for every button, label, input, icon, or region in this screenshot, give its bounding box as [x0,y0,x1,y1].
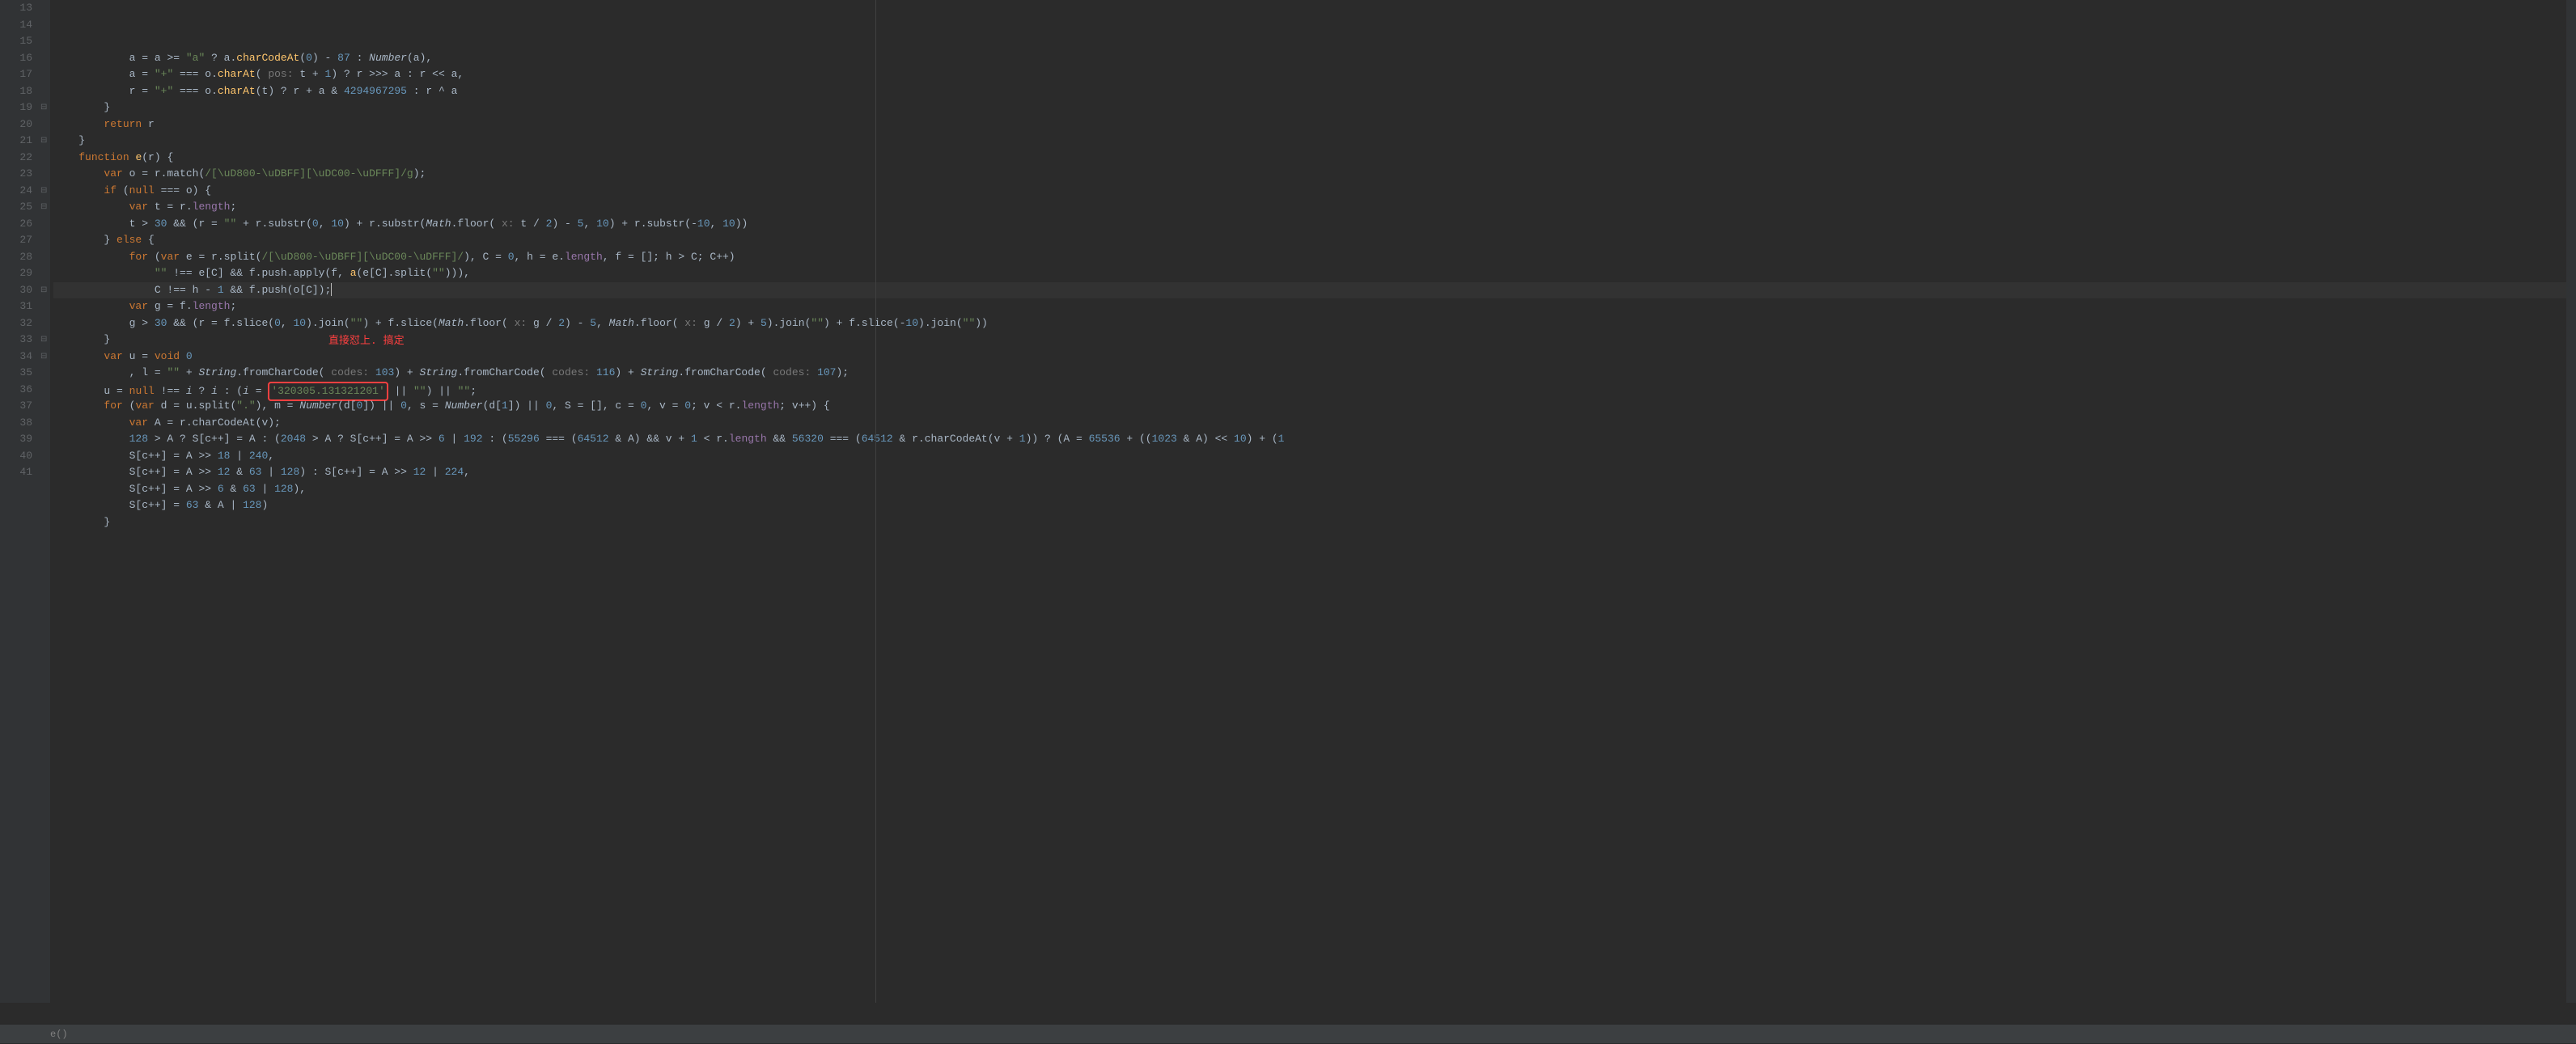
code-line-35[interactable]: var A = r.charCodeAt(v); [53,415,2576,432]
line-number: 29 [0,265,32,282]
vertical-scrollbar[interactable] [2566,0,2576,1003]
line-number: 22 [0,150,32,167]
code-line-37[interactable]: S[c++] = A >> 18 | 240, [53,448,2576,465]
line-number: 33 [0,332,32,349]
line-number: 20 [0,116,32,133]
line-number: 34 [0,349,32,366]
line-number: 18 [0,83,32,100]
code-line-39[interactable]: S[c++] = A >> 6 & 63 | 128), [53,481,2576,498]
code-line-30[interactable]: }直接怼上. 搞定 [53,332,2576,349]
line-number: 28 [0,249,32,266]
code-line-27[interactable]: C !== h - 1 && f.push(o[C]); [53,282,2576,299]
fold-open-icon[interactable]: ⊟ [40,332,47,349]
code-line-31[interactable]: var u = void 0 [53,349,2576,366]
line-number: 26 [0,216,32,233]
line-number: 23 [0,166,32,183]
line-number: 14 [0,17,32,34]
line-number: 27 [0,232,32,249]
code-line-15[interactable]: r = "+" === o.charAt(t) ? r + a & 429496… [53,83,2576,100]
line-number: 36 [0,382,32,399]
line-number [0,481,32,498]
code-line-19[interactable]: function e(r) { [53,150,2576,167]
code-line-17[interactable]: return r [53,116,2576,133]
code-editor[interactable]: 1314151617181920212223242526272829303132… [0,0,2576,1003]
line-number: 24 [0,183,32,200]
line-number: 16 [0,50,32,67]
code-line-33[interactable]: u = null !== i ? i : (i = '320305.131321… [53,382,2576,399]
line-number: 25 [0,199,32,216]
line-number: 15 [0,33,32,50]
code-line-29[interactable]: g > 30 && (r = f.slice(0, 10).join("") +… [53,315,2576,332]
fold-open-icon[interactable]: ⊟ [40,99,47,116]
code-line-24[interactable]: } else { [53,232,2576,249]
user-annotation: 直接怼上. 搞定 [328,333,405,350]
breadcrumb-bar[interactable]: e() [0,1024,2576,1043]
line-number: 39 [0,431,32,448]
fold-open-icon[interactable]: ⊟ [40,183,47,200]
code-line-26[interactable]: "" !== e[C] && f.push.apply(f, a(e[C].sp… [53,265,2576,282]
code-line-32[interactable]: , l = "" + String.fromCharCode( codes: 1… [53,365,2576,382]
line-number: 40 [0,448,32,465]
code-line-16[interactable]: } [53,99,2576,116]
code-line-22[interactable]: var t = r.length; [53,199,2576,216]
code-line-20[interactable]: var o = r.match(/[\uD800-\uDBFF][\uDC00-… [53,166,2576,183]
line-number: 13 [0,0,32,17]
fold-open-icon[interactable]: ⊟ [40,349,47,366]
text-cursor [331,283,332,296]
fold-column[interactable]: ⊟⊟⊟⊟⊟⊟⊟ [39,0,50,1003]
code-line-18[interactable]: } [53,133,2576,150]
line-number-gutter: 1314151617181920212223242526272829303132… [0,0,39,1003]
code-line-23[interactable]: t > 30 && (r = "" + r.substr(0, 10) + r.… [53,216,2576,233]
line-number: 21 [0,133,32,150]
code-line-14[interactable]: a = "+" === o.charAt( pos: t + 1) ? r >>… [53,66,2576,83]
fold-open-icon[interactable]: ⊟ [40,199,47,216]
code-line-21[interactable]: if (null === o) { [53,183,2576,200]
line-number: 30 [0,282,32,299]
code-line-38[interactable]: S[c++] = A >> 12 & 63 | 128) : S[c++] = … [53,464,2576,481]
code-line-13[interactable]: a = a >= "a" ? a.charCodeAt(0) - 87 : Nu… [53,50,2576,67]
code-line-25[interactable]: for (var e = r.split(/[\uD800-\uDBFF][\u… [53,249,2576,266]
line-number: 35 [0,365,32,382]
line-number: 38 [0,415,32,432]
right-margin-ruler [875,0,876,1003]
line-number: 37 [0,398,32,415]
fold-close-icon[interactable]: ⊟ [40,282,47,299]
code-line-40[interactable]: S[c++] = 63 & A | 128) [53,497,2576,514]
code-line-36[interactable]: 128 > A ? S[c++] = A : (2048 > A ? S[c++… [53,431,2576,448]
breadcrumb-item[interactable]: e() [50,1029,68,1040]
line-number: 17 [0,66,32,83]
line-number: 41 [0,464,32,481]
line-number: 19 [0,99,32,116]
line-number: 32 [0,315,32,332]
code-line-41[interactable]: } [53,514,2576,531]
code-area[interactable]: a = a >= "a" ? a.charCodeAt(0) - 87 : Nu… [50,0,2576,1003]
code-line-28[interactable]: var g = f.length; [53,298,2576,315]
code-line-34[interactable]: for (var d = u.split("."), m = Number(d[… [53,398,2576,415]
current-line-highlight [53,282,2576,299]
line-number: 31 [0,298,32,315]
fold-open-icon[interactable]: ⊟ [40,133,47,150]
